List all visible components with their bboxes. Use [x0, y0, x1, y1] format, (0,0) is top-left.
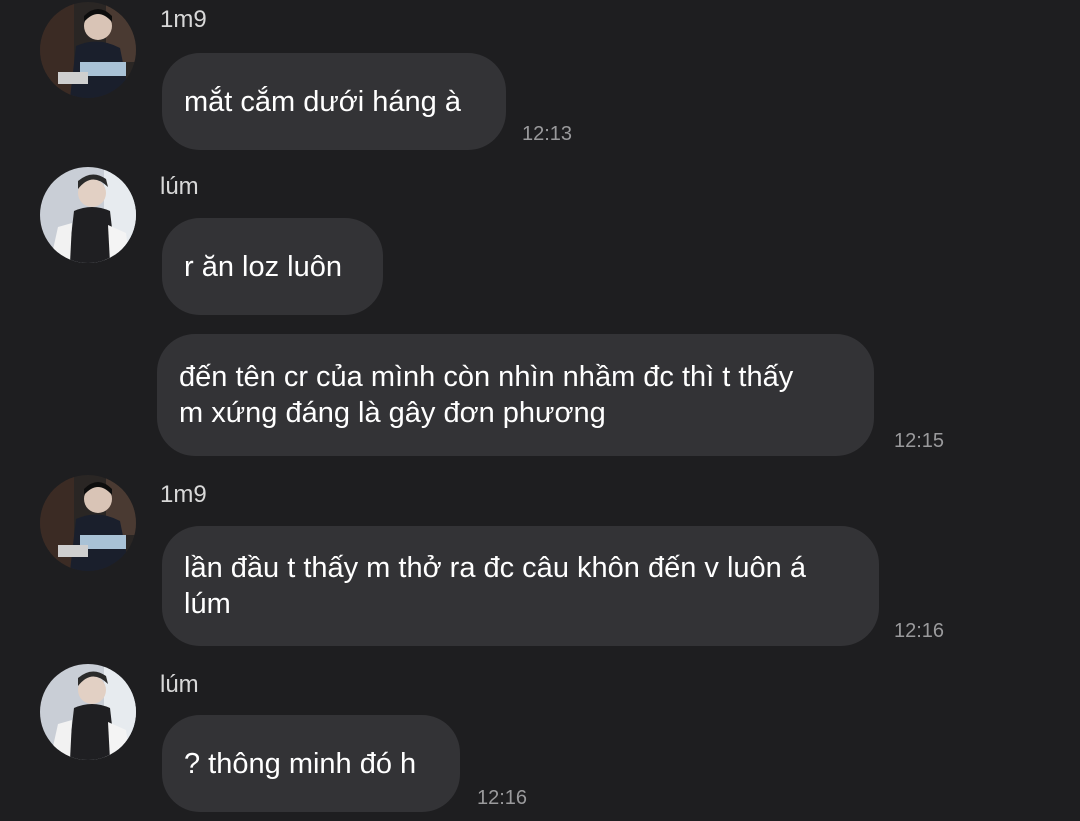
message-bubble[interactable]: r ăn loz luôn: [162, 218, 383, 315]
message-text: lần đầu t thấy m thở ra đc câu khôn đến …: [184, 552, 806, 620]
sender-name: lúm: [160, 173, 199, 200]
user-avatar-lum-icon: [40, 167, 136, 263]
avatar[interactable]: [40, 167, 136, 263]
message-text: đến tên cr của mình còn nhìn nhầm đc thì…: [179, 361, 794, 429]
user-avatar-1m9-icon: [40, 2, 136, 98]
sender-name: 1m9: [160, 481, 207, 508]
user-avatar-lum-icon: [40, 664, 136, 760]
avatar[interactable]: [40, 475, 136, 571]
message-bubble[interactable]: ? thông minh đó h: [162, 715, 460, 812]
message-text: mắt cắm dưới háng à: [184, 85, 462, 118]
timestamp: 12:16: [894, 620, 945, 642]
timestamp: 12:15: [894, 430, 945, 452]
message-bubble[interactable]: mắt cắm dưới háng à: [162, 53, 506, 150]
message-text: ? thông minh đó h: [184, 747, 417, 780]
sender-name: 1m9: [160, 6, 207, 33]
message-bubble[interactable]: đến tên cr của mình còn nhìn nhầm đc thì…: [157, 334, 874, 456]
user-avatar-1m9-icon: [40, 475, 136, 571]
message-text: r ăn loz luôn: [184, 250, 342, 283]
message-bubble[interactable]: lần đầu t thấy m thở ra đc câu khôn đến …: [162, 526, 879, 646]
timestamp: 12:16: [477, 787, 528, 809]
timestamp: 12:13: [522, 123, 573, 145]
avatar[interactable]: [40, 664, 136, 760]
avatar[interactable]: [40, 2, 136, 98]
sender-name: lúm: [160, 671, 199, 698]
